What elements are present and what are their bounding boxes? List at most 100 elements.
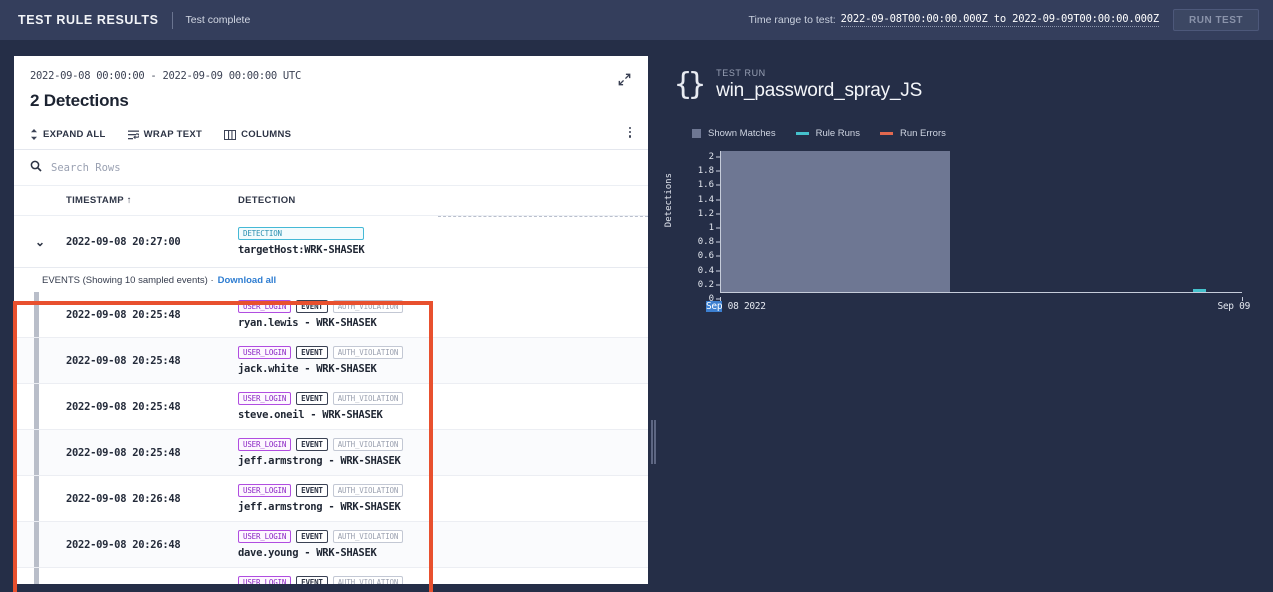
test-run-title: win_password_spray_JS <box>716 80 923 101</box>
event-row-indicator <box>34 338 39 383</box>
chart-y-tick-label: 2 <box>708 152 714 162</box>
events-list: 2022-09-08 20:25:48 USER_LOGIN EVENT AUTH_V… <box>14 292 648 584</box>
event-badge: EVENT <box>296 530 328 543</box>
json-braces-icon: {} <box>674 67 706 102</box>
results-toolbar: EXPAND ALL WRAP TEXT COLUMNS <box>14 120 648 150</box>
event-cell: USER_LOGIN EVENT AUTH_VIOLATION steve.oneil… <box>238 392 404 421</box>
event-timestamp: 2022-09-08 20:25:48 <box>66 400 181 413</box>
event-row-indicator <box>34 384 39 429</box>
columns-button[interactable]: COLUMNS <box>224 129 291 140</box>
event-badge: EVENT <box>296 484 328 497</box>
events-subheader: EVENTS (Showing 10 sampled events) · Dow… <box>14 268 648 292</box>
time-range-value[interactable]: 2022-09-08T00:00:00.000Z to 2022-09-09T0… <box>840 13 1159 27</box>
event-row-indicator <box>34 476 39 521</box>
event-badge: EVENT <box>296 346 328 359</box>
event-text: ryan.lewis - WRK-SHASEK <box>238 317 377 329</box>
time-range-area: Time range to test: 2022-09-08T00:00:00.… <box>749 9 1259 31</box>
row-expand-chevron-icon[interactable]: ⌄ <box>14 235 66 249</box>
detections-panel: 2022-09-08 00:00:00 - 2022-09-09 00:00:0… <box>14 56 648 584</box>
legend-item[interactable]: Shown Matches <box>692 128 776 139</box>
legend-label: Rule Runs <box>815 128 860 139</box>
wrap-text-label: WRAP TEXT <box>143 129 203 140</box>
chart-y-tick-label: 1.8 <box>697 166 714 177</box>
wrap-text-button[interactable]: WRAP TEXT <box>127 129 203 140</box>
search-icon <box>30 160 42 175</box>
table-column-headers: TIMESTAMP ↑ DETECTION <box>14 186 648 216</box>
legend-square-swatch <box>692 129 701 138</box>
event-cell: USER_LOGINEVENTAUTH_VIOLATIONjames.ponde… <box>238 576 404 584</box>
column-header-timestamp[interactable]: TIMESTAMP ↑ <box>66 195 238 206</box>
expand-all-button[interactable]: EXPAND ALL <box>30 129 106 140</box>
detections-chart: Detections 2 1.8 1.6 1.4 1.2 1 0.8 0.6 0.4 0.2 0 S… <box>656 145 1260 320</box>
event-row[interactable]: 2022-09-08 20:25:48 USER_LOGIN EVENT AUTH_V… <box>14 430 648 476</box>
run-test-button[interactable]: RUN TEST <box>1173 9 1259 31</box>
event-badge: USER_LOGIN <box>238 576 292 584</box>
detection-timestamp: 2022-09-08 20:27:00 <box>66 235 181 248</box>
event-text: dave.young - WRK-SHASEK <box>238 547 377 559</box>
expand-fullscreen-icon[interactable] <box>617 72 632 89</box>
search-input-placeholder: Search Rows <box>51 161 121 174</box>
event-badge: EVENT <box>296 300 328 313</box>
event-badge: EVENT <box>296 392 328 405</box>
detections-count: 2 Detections <box>30 91 129 110</box>
event-timestamp: 2022-09-08 20:26:48 <box>66 492 181 505</box>
event-badges: USER_LOGIN EVENT AUTH_VIOLATION <box>238 392 404 405</box>
download-all-link[interactable]: Download all <box>218 275 277 286</box>
event-badge: AUTH_VIOLATION <box>332 530 404 543</box>
test-run-header: {} TEST RUN win_password_spray_JS <box>656 56 1260 102</box>
event-row-indicator <box>34 430 39 475</box>
event-timestamp: 2022-09-08 20:25:48 <box>66 308 181 321</box>
test-status-text: Test complete <box>185 14 251 26</box>
event-badge: AUTH_VIOLATION <box>332 576 404 584</box>
event-row-indicator <box>34 568 39 584</box>
legend-item[interactable]: Run Errors <box>879 128 946 139</box>
event-row[interactable]: 2022-09-08 20:26:48USER_LOGINEVENTAUTH_V… <box>14 568 648 584</box>
event-cell: USER_LOGIN EVENT AUTH_VIOLATION jeff.armstr… <box>238 438 404 467</box>
chart-y-tick-label: 1.4 <box>697 194 714 205</box>
detection-row[interactable]: ⌄ 2022-09-08 20:27:00 DETECTION targetHo… <box>14 216 648 268</box>
event-timestamp: 2022-09-08 20:26:48 <box>66 538 181 551</box>
chart-x-axis: Sep 08 2022 Sep 09 <box>706 297 1250 315</box>
event-badge: EVENT <box>296 438 328 451</box>
wrap-text-icon <box>127 130 139 140</box>
more-options-menu-icon[interactable] <box>628 127 631 138</box>
event-badge: USER_LOGIN <box>238 300 292 313</box>
event-row-indicator <box>34 522 39 567</box>
event-badges: USER_LOGIN EVENT AUTH_VIOLATION <box>238 576 404 584</box>
event-cell: USER_LOGIN EVENT AUTH_VIOLATION ryan.lewis … <box>238 300 404 329</box>
test-run-panel: {} TEST RUN win_password_spray_JS Shown … <box>656 56 1260 584</box>
events-subheader-label: EVENTS (Showing 10 sampled events) · <box>42 274 214 286</box>
event-badge: USER_LOGIN <box>238 530 292 543</box>
chart-y-tick-label: 0.2 <box>697 279 714 290</box>
event-row[interactable]: 2022-09-08 20:26:48 USER_LOGIN EVENT AUTH_V… <box>14 522 648 568</box>
column-header-detection[interactable]: DETECTION <box>238 195 296 206</box>
test-rule-results-app: TEST RULE RESULTS Test complete Time ran… <box>0 0 1273 592</box>
event-badges: USER_LOGIN EVENT AUTH_VIOLATION <box>238 438 404 451</box>
time-range-label: Time range to test: <box>748 14 836 26</box>
top-bar: TEST RULE RESULTS Test complete Time ran… <box>0 0 1273 40</box>
chart-run-marker[interactable] <box>1192 289 1206 292</box>
event-badge: USER_LOGIN <box>238 392 292 405</box>
chart-y-tick-label: 0.4 <box>697 265 714 276</box>
event-badge: USER_LOGIN <box>238 438 292 451</box>
event-badges: USER_LOGIN EVENT AUTH_VIOLATION <box>238 346 404 359</box>
event-row[interactable]: 2022-09-08 20:25:48 USER_LOGIN EVENT AUTH_V… <box>14 338 648 384</box>
search-rows-field[interactable]: Search Rows <box>14 150 648 186</box>
chart-legend: Shown Matches Rule Runs Run Errors <box>692 128 1260 139</box>
legend-item[interactable]: Rule Runs <box>795 128 860 139</box>
event-badge: AUTH_VIOLATION <box>332 484 404 497</box>
event-badge: AUTH_VIOLATION <box>332 346 404 359</box>
event-badge: AUTH_VIOLATION <box>332 438 404 451</box>
event-row[interactable]: 2022-09-08 20:25:48 USER_LOGIN EVENT AUTH_V… <box>14 292 648 338</box>
event-row[interactable]: 2022-09-08 20:26:48USER_LOGINEVENTAUTH_V… <box>14 476 648 522</box>
legend-line-swatch <box>879 132 893 135</box>
chart-x-tick-label: Sep 09 <box>1217 301 1250 312</box>
event-row[interactable]: 2022-09-08 20:25:48 USER_LOGIN EVENT AUTH_V… <box>14 384 648 430</box>
event-badge: EVENT <box>296 576 328 584</box>
chart-bar[interactable] <box>721 151 951 292</box>
event-badges: USER_LOGIN EVENT AUTH_VIOLATION <box>238 300 404 313</box>
event-badges: USER_LOGIN EVENT AUTH_VIOLATION <box>238 530 404 543</box>
event-cell: USER_LOGIN EVENT AUTH_VIOLATION jeff.armstr… <box>238 484 404 513</box>
chart-x-tick-selected-token: Sep <box>706 301 723 312</box>
event-text: jeff.armstrong - WRK-SHASEK <box>238 501 401 513</box>
